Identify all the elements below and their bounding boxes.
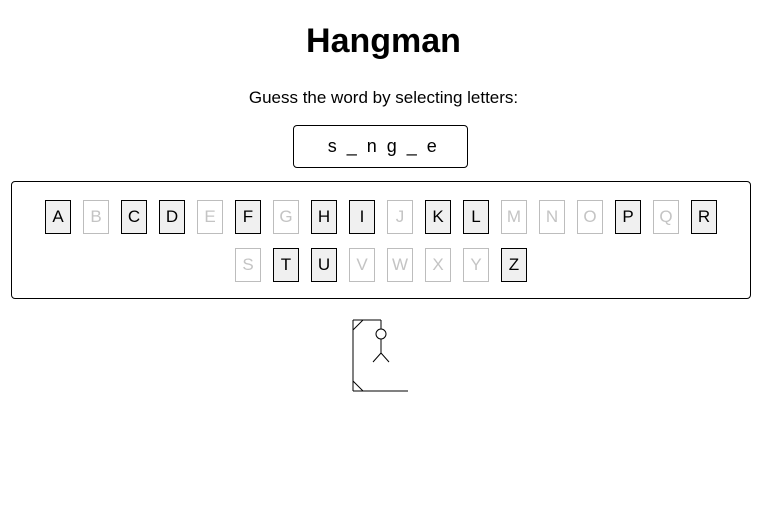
letter-key-b[interactable]: B [83,200,109,234]
letter-key-l[interactable]: L [463,200,489,234]
keyboard-row: STUVWXYZ [235,248,527,282]
word-display: s _ n g _ e [293,125,468,168]
letter-key-d[interactable]: D [159,200,185,234]
letter-key-v[interactable]: V [349,248,375,282]
letter-key-n[interactable]: N [539,200,565,234]
letter-key-a[interactable]: A [45,200,71,234]
letter-key-c[interactable]: C [121,200,147,234]
letter-key-t[interactable]: T [273,248,299,282]
letter-key-m[interactable]: M [501,200,527,234]
letter-key-x[interactable]: X [425,248,451,282]
letter-key-h[interactable]: H [311,200,337,234]
gallows-brace-top [352,319,364,331]
letter-key-o[interactable]: O [577,200,603,234]
letter-key-z[interactable]: Z [501,248,527,282]
letter-key-p[interactable]: P [615,200,641,234]
letter-key-g[interactable]: G [273,200,299,234]
hangman-left-leg [372,352,382,363]
word-display-text: s _ n g _ e [327,136,440,156]
letter-key-e[interactable]: E [197,200,223,234]
letter-key-f[interactable]: F [235,200,261,234]
letter-key-q[interactable]: Q [653,200,679,234]
letter-key-y[interactable]: Y [463,248,489,282]
hangman-drawing [352,319,408,392]
hangman-head [375,328,387,340]
instructions-text: Guess the word by selecting letters: [248,88,519,107]
letter-key-u[interactable]: U [311,248,337,282]
letter-key-w[interactable]: W [387,248,413,282]
letter-key-i[interactable]: I [349,200,375,234]
letter-key-k[interactable]: K [425,200,451,234]
letter-key-r[interactable]: R [691,200,717,234]
letter-keyboard: ABCDEFGHIJKLMNOPQR STUVWXYZ [11,181,751,299]
gallows-brace-bottom [352,380,364,392]
letter-key-s[interactable]: S [235,248,261,282]
keyboard-row: ABCDEFGHIJKLMNOPQR [45,200,717,234]
page-title: Hangman [306,22,461,60]
hangman-right-leg [380,352,390,363]
letter-key-j[interactable]: J [387,200,413,234]
